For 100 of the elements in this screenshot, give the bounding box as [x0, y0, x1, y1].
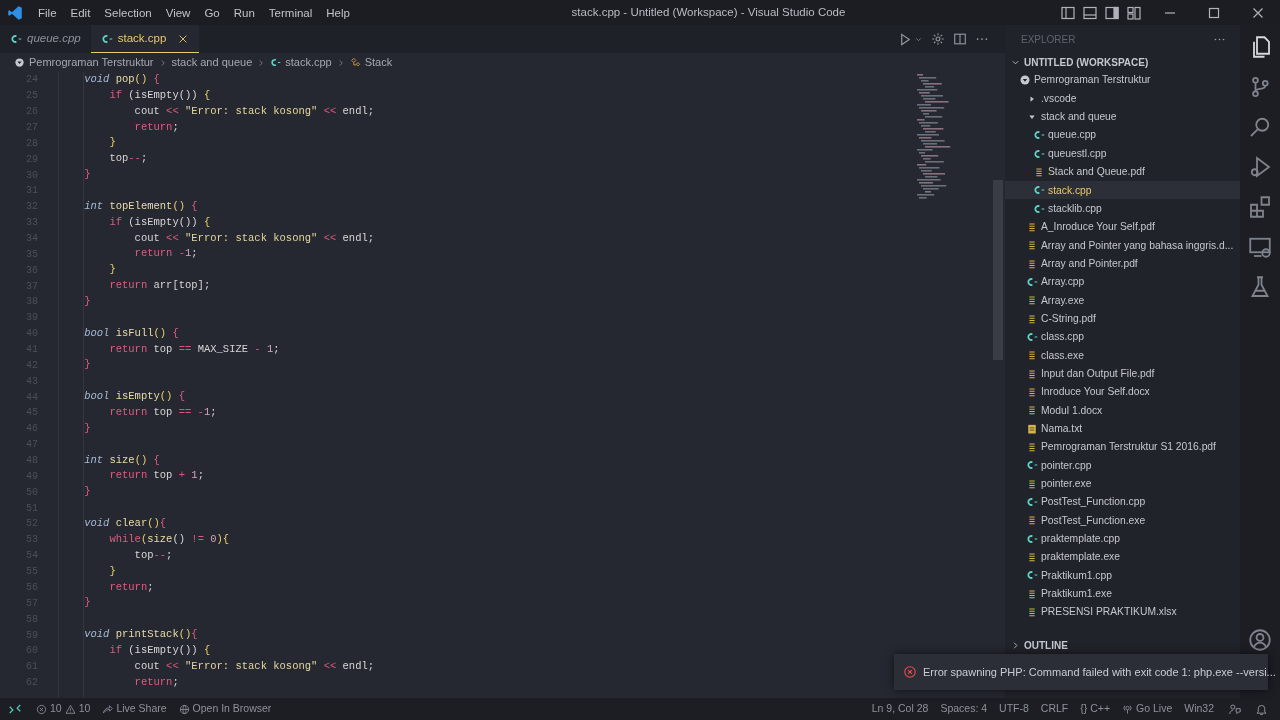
extensions-icon[interactable]: [1248, 195, 1272, 219]
tree-row[interactable]: PostTest_Function.exe: [1005, 511, 1240, 530]
cpp-file-icon: [1033, 202, 1045, 215]
status-item[interactable]: Win32: [1178, 701, 1220, 717]
document-icon: [1026, 386, 1038, 398]
document-icon: [1026, 367, 1038, 380]
cpp-file-icon: [1033, 147, 1045, 160]
error-icon: [903, 665, 917, 679]
account-icon[interactable]: [1248, 628, 1272, 652]
remote-explorer-icon[interactable]: [1248, 235, 1272, 259]
folder-row[interactable]: stack and queue: [1005, 107, 1240, 127]
cpp-file-icon: [1026, 532, 1038, 545]
live-share-button[interactable]: Live Share: [96, 701, 173, 717]
workspace-header[interactable]: UNTITLED (WORKSPACE): [1005, 53, 1240, 71]
status-item[interactable]: {} C++: [1074, 701, 1117, 717]
tree-row[interactable]: Array.exe: [1005, 291, 1240, 310]
tree-row[interactable]: PRESENSI PRAKTIKUM.xlsx: [1005, 602, 1240, 622]
tree-row[interactable]: PostTest_Function.cpp: [1005, 492, 1240, 512]
menu-item[interactable]: Terminal: [261, 3, 320, 22]
tree-row[interactable]: Praktikum1.exe: [1005, 584, 1240, 603]
status-item[interactable]: CRLF: [1034, 701, 1075, 717]
tree-row[interactable]: praktemplate.exe: [1005, 547, 1240, 567]
breadcrumb-item[interactable]: stack.cpp: [270, 54, 332, 71]
document-icon: [1026, 312, 1038, 325]
code-line: }: [109, 262, 116, 278]
problems-status[interactable]: 10 10: [30, 701, 97, 717]
menu-item[interactable]: File: [31, 3, 64, 22]
share-icon: [102, 703, 114, 715]
folder-row[interactable]: Pemrograman Terstruktur: [1005, 71, 1240, 90]
tree-row[interactable]: praktemplate.cpp: [1005, 529, 1240, 548]
code-line: bool isEmpty() {: [84, 389, 186, 405]
status-item[interactable]: UTF-8: [993, 701, 1035, 717]
editor-tab[interactable]: stack.cpp: [90, 25, 200, 53]
code-line: }: [84, 357, 91, 373]
code-line: return top + 1;: [109, 468, 204, 484]
text-file-icon: [1026, 422, 1038, 435]
tree-row[interactable]: stacklib.cpp: [1005, 199, 1240, 218]
breadcrumb-item[interactable]: Pemrograman Terstruktur: [14, 54, 154, 71]
menu-item[interactable]: Selection: [97, 3, 159, 22]
app-logo-icon: [7, 4, 23, 21]
tree-row[interactable]: pointer.cpp: [1005, 456, 1240, 475]
document-icon: [1026, 349, 1038, 362]
tree-row[interactable]: Modul 1.docx: [1005, 401, 1240, 420]
tree-row[interactable]: Array and Pointer yang bahasa inggris.d...: [1005, 236, 1240, 255]
tree-row[interactable]: stack.cpp: [1005, 181, 1240, 200]
menu-item[interactable]: Edit: [63, 3, 98, 22]
folder-row[interactable]: .vscode: [1005, 89, 1240, 108]
settings-icon[interactable]: [931, 32, 945, 46]
panel-left-icon[interactable]: [1060, 4, 1076, 21]
code-line: void pop() {: [84, 72, 160, 87]
tree-row[interactable]: pointer.exe: [1005, 474, 1240, 493]
run-debug-icon[interactable]: [1248, 155, 1272, 179]
breadcrumb-item[interactable]: Stack: [349, 54, 393, 71]
cpp-file-icon: [1026, 275, 1038, 288]
code-line: if (isEmpty()) {: [109, 87, 211, 103]
breadcrumb-item[interactable]: stack and queue: [171, 54, 253, 71]
code-line: }: [109, 135, 116, 151]
tree-row[interactable]: Array.cpp: [1005, 272, 1240, 292]
menu-item[interactable]: View: [158, 3, 198, 22]
tree-row[interactable]: Pemrograman Terstruktur S1 2016.pdf: [1005, 437, 1240, 457]
code-line: while(size() != 0){: [109, 531, 230, 547]
feedback-icon[interactable]: [1228, 702, 1241, 716]
document-icon: [1026, 220, 1038, 233]
tree-row[interactable]: class.cpp: [1005, 327, 1240, 347]
code-line: void printStack(){: [84, 627, 198, 643]
tree-row[interactable]: Stack and Queue.pdf: [1005, 162, 1240, 182]
testing-icon[interactable]: [1248, 275, 1272, 299]
panel-right-icon[interactable]: [1104, 4, 1120, 21]
code-line: }: [84, 294, 91, 310]
open-browser-button[interactable]: Open In Browser: [172, 701, 278, 717]
tree-row[interactable]: Inroduce Your Self.docx: [1005, 382, 1240, 402]
menu-item[interactable]: Run: [226, 3, 262, 22]
split-editor-icon[interactable]: [953, 32, 967, 46]
tree-row[interactable]: A_Inroduce Your Self.pdf: [1005, 217, 1240, 237]
panel-bottom-icon[interactable]: [1082, 4, 1098, 21]
go-live-button[interactable]: Go Live: [1116, 701, 1179, 717]
run-icon[interactable]: [898, 31, 913, 47]
section-header[interactable]: OUTLINE: [1005, 636, 1240, 654]
menu-item[interactable]: Help: [319, 3, 357, 22]
panel-title: EXPLORER: [1021, 32, 1076, 47]
code-line: return -1;: [134, 246, 198, 262]
code-line: }: [84, 167, 91, 183]
tree-row[interactable]: Nama.txt: [1005, 419, 1240, 438]
tree-row[interactable]: queue.cpp: [1005, 126, 1240, 145]
code-line: return;: [134, 674, 179, 690]
remote-icon[interactable]: [8, 702, 22, 716]
warning-icon: [64, 703, 76, 715]
tree-row[interactable]: queuestl.cpp: [1005, 144, 1240, 163]
menu-item[interactable]: Go: [197, 3, 227, 22]
tree-row[interactable]: C-String.pdf: [1005, 309, 1240, 328]
status-item[interactable]: Ln 9, Col 28: [865, 701, 935, 717]
tree-row[interactable]: class.exe: [1005, 346, 1240, 365]
tree-row[interactable]: Input dan Output File.pdf: [1005, 364, 1240, 383]
search-icon[interactable]: [1248, 115, 1272, 139]
layout-icon[interactable]: [1126, 4, 1142, 21]
status-item[interactable]: Spaces: 4: [934, 701, 994, 717]
code-line: return arr[top];: [109, 278, 211, 294]
bell-icon[interactable]: [1255, 702, 1268, 716]
tree-row[interactable]: Array and Pointer.pdf: [1005, 254, 1240, 273]
tree-row[interactable]: Praktikum1.cpp: [1005, 566, 1240, 585]
